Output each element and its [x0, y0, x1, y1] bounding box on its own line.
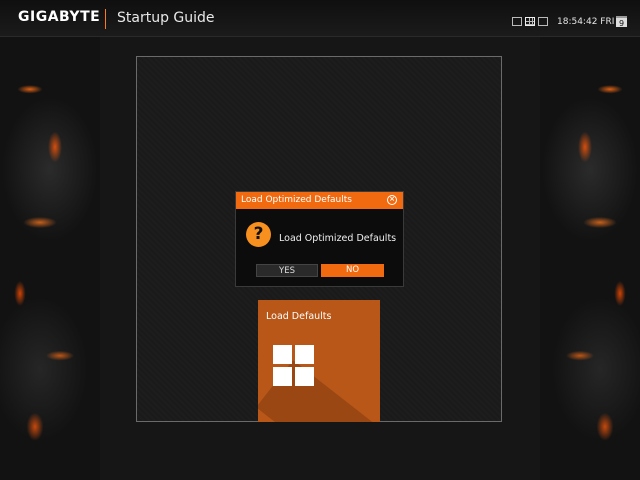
dialog-header: Load Optimized Defaults ×: [236, 192, 403, 209]
single-view-icon[interactable]: [512, 17, 522, 26]
dialog-title: Load Optimized Defaults: [241, 195, 352, 205]
yes-button[interactable]: YES: [256, 264, 318, 277]
question-icon: ?: [246, 222, 271, 247]
brand-logo: GIGABYTE: [18, 9, 101, 25]
window-view-icon[interactable]: [538, 17, 548, 26]
top-bar: GIGABYTE Startup Guide 18:54:42 FRI 9: [0, 0, 640, 37]
load-defaults-tile[interactable]: Load Defaults: [258, 300, 380, 422]
lava-background-left: [0, 36, 100, 480]
windows-grid-icon: [273, 345, 315, 387]
tile-label: Load Defaults: [266, 311, 332, 322]
grid-view-icon[interactable]: [525, 17, 535, 26]
page-title: Startup Guide: [117, 10, 215, 26]
dialog-message: Load Optimized Defaults: [279, 233, 397, 244]
lava-background-right: [540, 36, 640, 480]
clock: 18:54:42 FRI: [557, 17, 615, 27]
brand-divider: [105, 9, 106, 29]
no-button[interactable]: NO: [321, 264, 384, 277]
view-switcher: [512, 17, 548, 26]
calendar-icon: 9: [616, 16, 627, 28]
load-defaults-dialog: Load Optimized Defaults × ? Load Optimiz…: [235, 191, 404, 287]
close-icon[interactable]: ×: [387, 195, 397, 205]
